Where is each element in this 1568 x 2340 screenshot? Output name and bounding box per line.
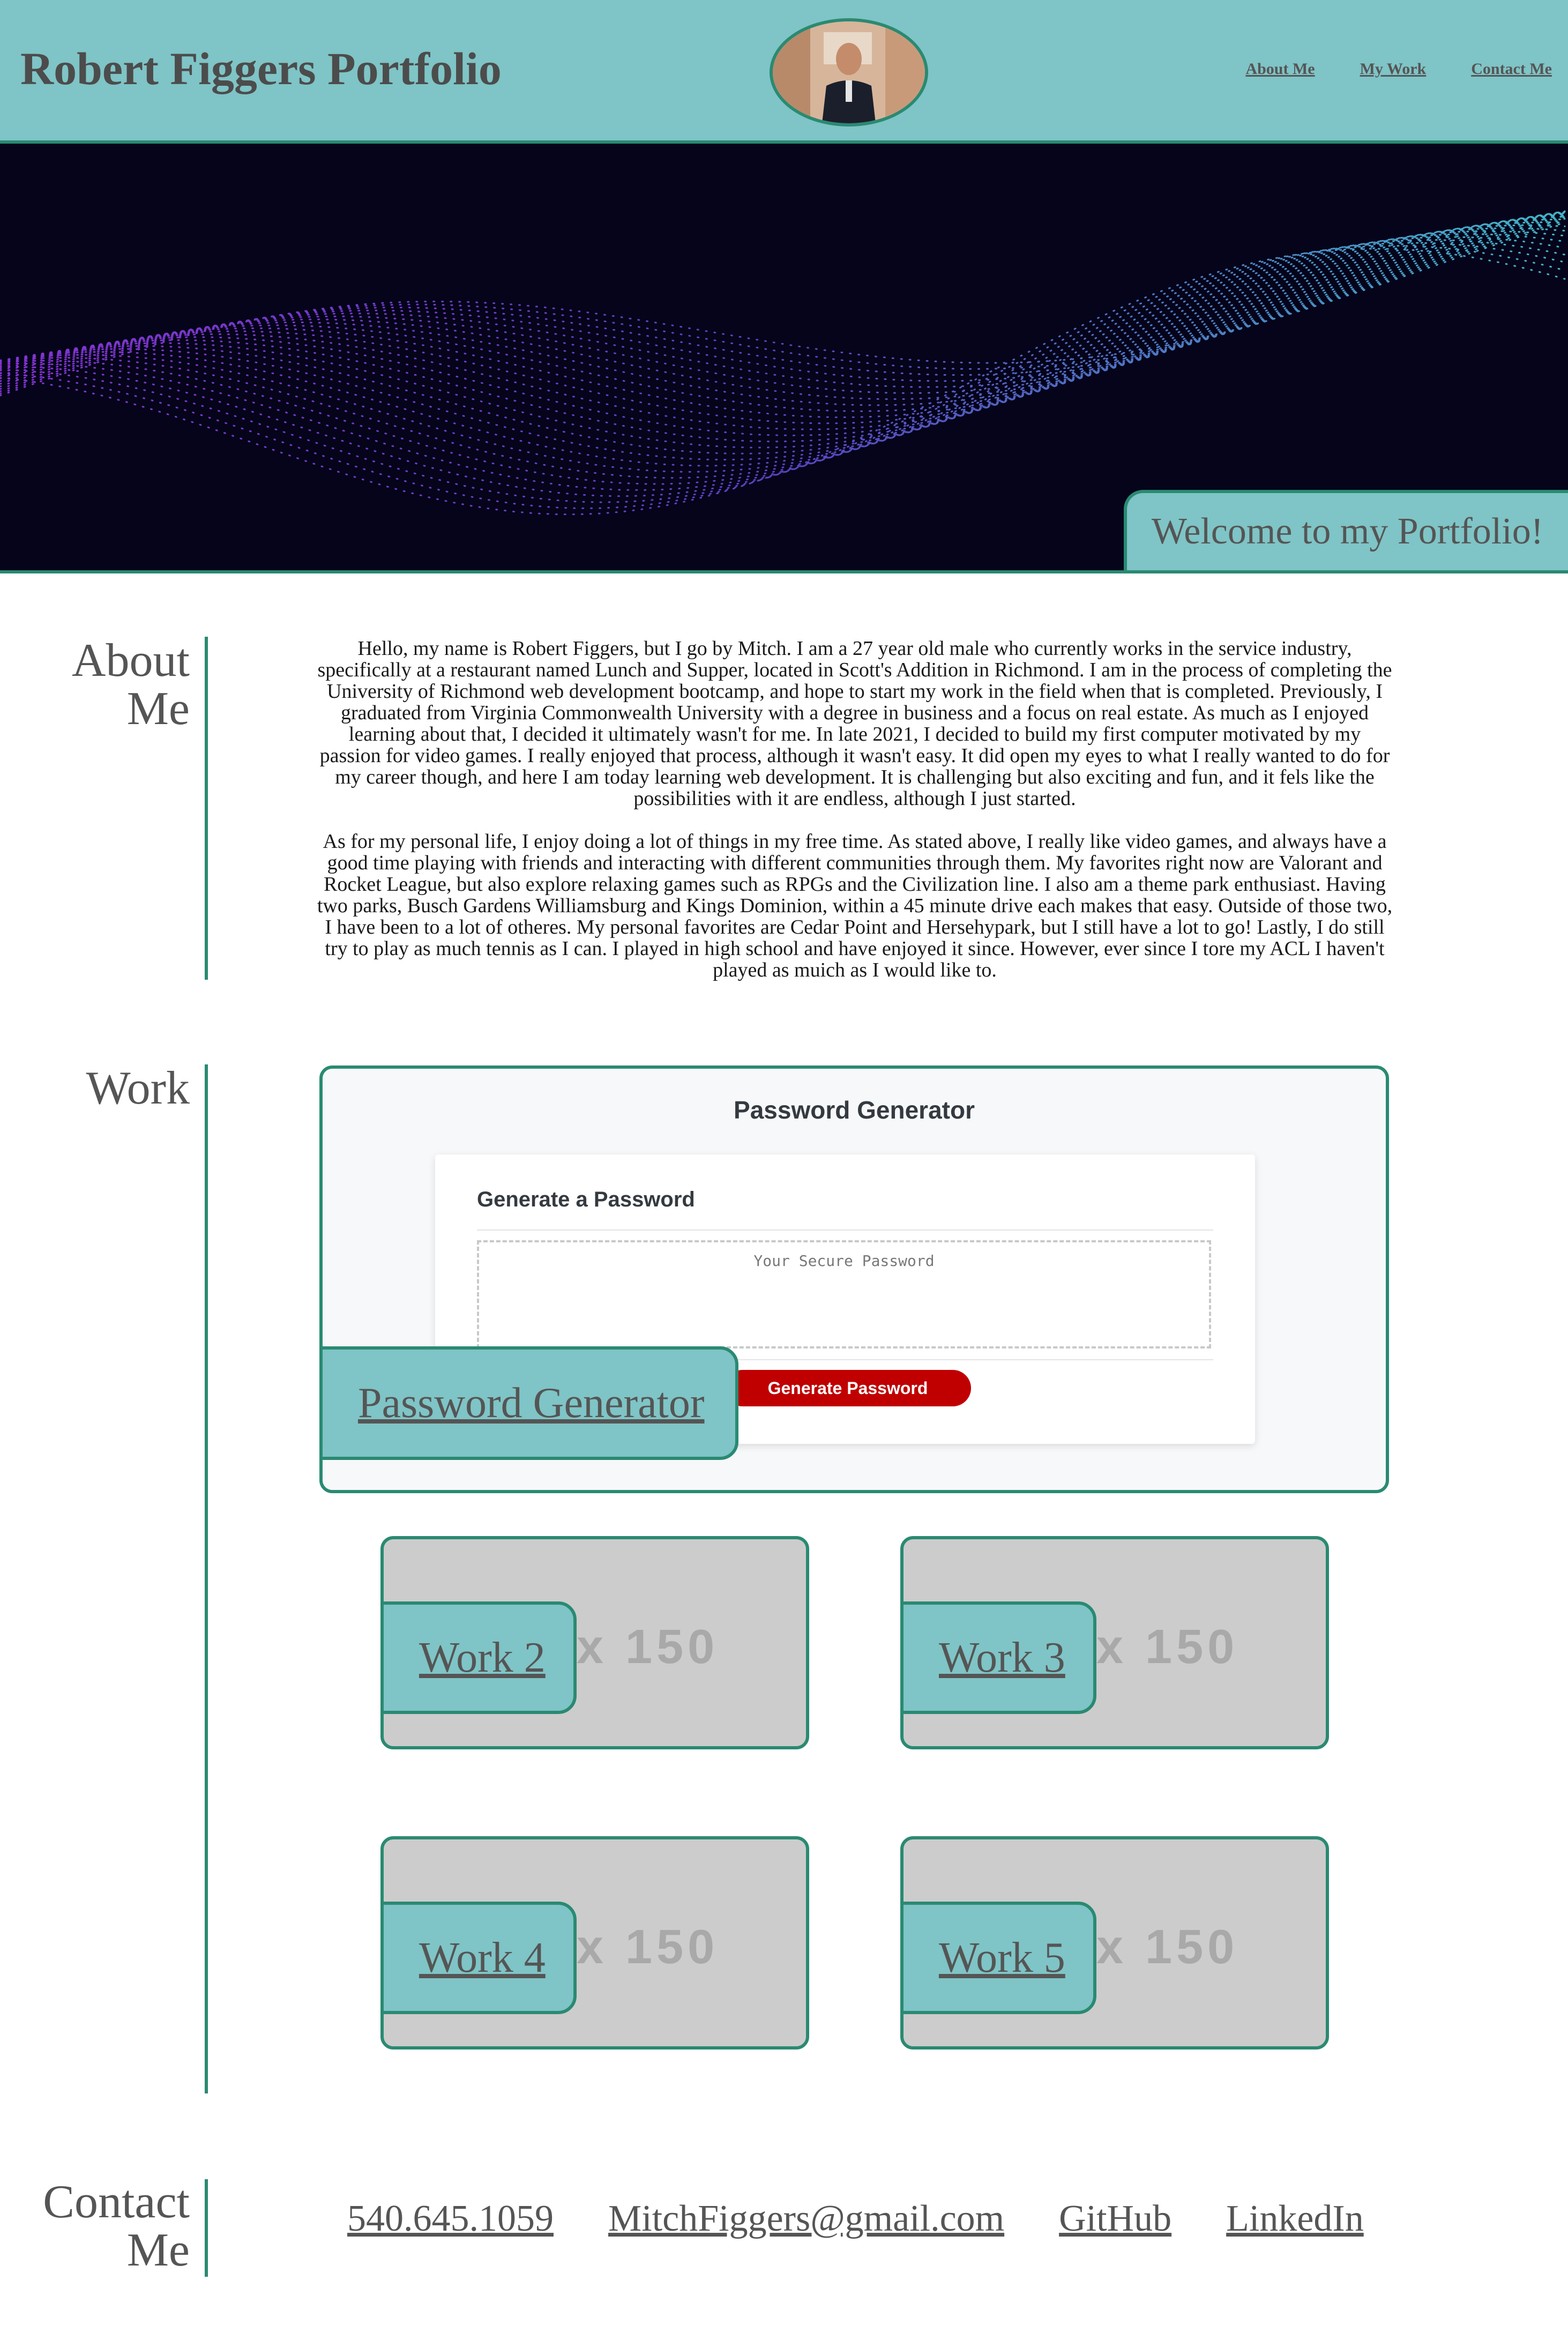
profile-photo bbox=[770, 18, 928, 126]
password-generator-title: Password Generator bbox=[734, 1096, 975, 1124]
work-heading: Work bbox=[86, 1062, 190, 1114]
work-divider bbox=[205, 1064, 208, 2093]
placeholder-image-text: x 150 bbox=[1096, 1920, 1239, 1974]
contact-heading: Contact Me bbox=[43, 2176, 190, 2276]
work-5-link[interactable]: Work 5 bbox=[904, 1902, 1096, 2014]
nav-contact-me[interactable]: Contact Me bbox=[1471, 60, 1552, 78]
nav-about-me[interactable]: About Me bbox=[1245, 60, 1315, 78]
divider bbox=[477, 1229, 1213, 1231]
about-divider bbox=[205, 637, 208, 980]
work-4-link[interactable]: Work 4 bbox=[384, 1902, 577, 2014]
hero-banner: Welcome to my Portfolio! bbox=[0, 144, 1568, 570]
about-heading: About Me bbox=[72, 635, 190, 735]
about-paragraph: As for my personal life, I enjoy doing a… bbox=[317, 830, 1393, 981]
password-generator-link[interactable]: Password Generator bbox=[323, 1346, 738, 1460]
email-link[interactable]: MitchFiggers@gmail.com bbox=[608, 2197, 1004, 2240]
password-output: Your Secure Password bbox=[477, 1240, 1211, 1348]
main-nav: About Me My Work Contact Me bbox=[1245, 60, 1552, 78]
site-title: Robert Figgers Portfolio bbox=[20, 43, 502, 94]
generate-password-heading: Generate a Password bbox=[477, 1188, 695, 1211]
work-card[interactable]: x 150 Work 2 bbox=[380, 1536, 809, 1749]
placeholder-image-text: x 150 bbox=[577, 1920, 719, 1974]
work-card[interactable]: x 150 Work 3 bbox=[900, 1536, 1329, 1749]
about-text: Hello, my name is Robert Figgers, but I … bbox=[316, 638, 1393, 1002]
about-paragraph: Hello, my name is Robert Figgers, but I … bbox=[317, 637, 1392, 810]
placeholder-image-text: x 150 bbox=[1096, 1620, 1239, 1674]
linkedin-link[interactable]: LinkedIn bbox=[1226, 2197, 1364, 2240]
generate-password-button: Generate Password bbox=[725, 1370, 971, 1406]
work-card[interactable]: x 150 Work 4 bbox=[380, 1836, 809, 2050]
featured-work-card[interactable]: Password Generator Generate a Password Y… bbox=[319, 1065, 1389, 1493]
site-header: Robert Figgers Portfolio About Me My Wor… bbox=[0, 0, 1568, 144]
work-3-link[interactable]: Work 3 bbox=[904, 1601, 1096, 1714]
welcome-banner: Welcome to my Portfolio! bbox=[1123, 490, 1568, 570]
work-card[interactable]: x 150 Work 5 bbox=[900, 1836, 1329, 2050]
contact-links: 540.645.1059 MitchFiggers@gmail.com GitH… bbox=[347, 2197, 1418, 2240]
github-link[interactable]: GitHub bbox=[1059, 2197, 1171, 2240]
hero-divider bbox=[0, 570, 1568, 573]
placeholder-image-text: x 150 bbox=[577, 1620, 719, 1674]
work-2-link[interactable]: Work 2 bbox=[384, 1601, 577, 1714]
nav-my-work[interactable]: My Work bbox=[1360, 60, 1427, 78]
phone-link[interactable]: 540.645.1059 bbox=[347, 2197, 554, 2240]
contact-divider bbox=[205, 2179, 208, 2277]
